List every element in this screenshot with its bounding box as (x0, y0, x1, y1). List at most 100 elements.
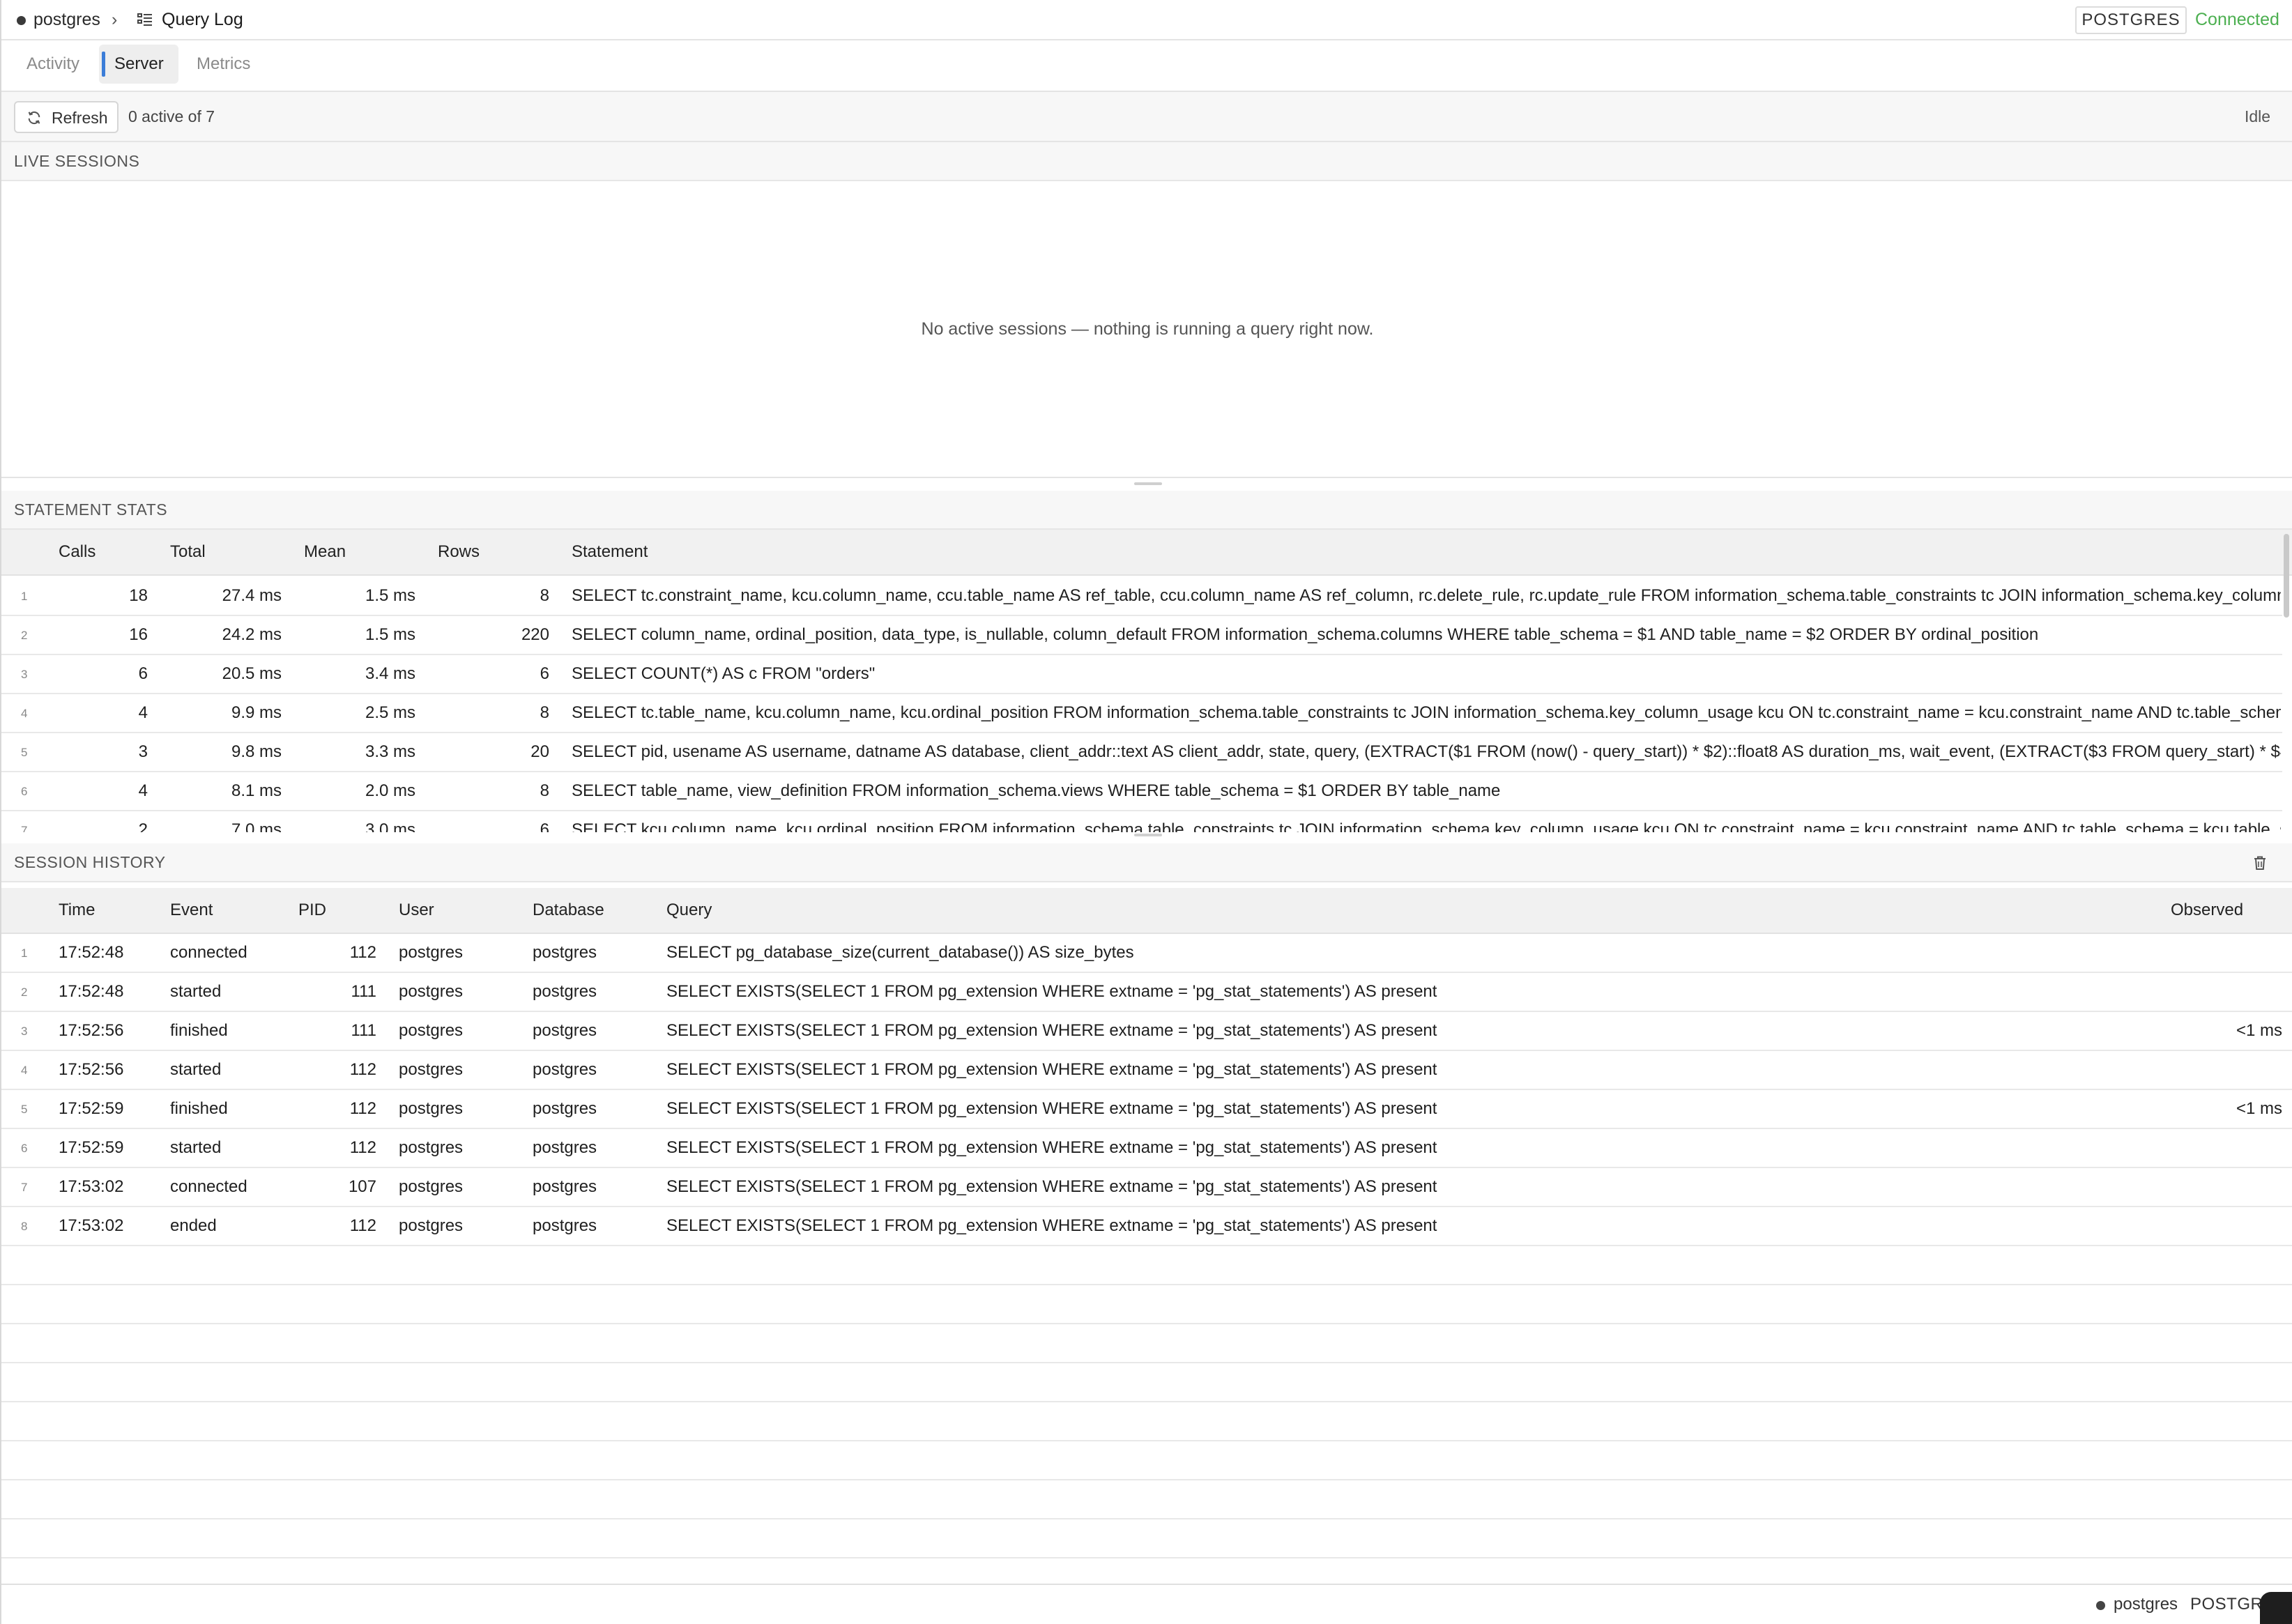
chevron-right-icon: › (112, 10, 118, 29)
query-log-icon (137, 13, 152, 26)
time-cell: 17:52:59 (59, 1099, 124, 1118)
event-cell: finished (170, 1099, 228, 1118)
database-cell: postgres (533, 1021, 597, 1040)
query-cell: SELECT EXISTS(SELECT 1 FROM pg_extension… (666, 1177, 1437, 1196)
app-window: postgres › Query Log POSTGRES Connected … (0, 0, 2292, 1624)
connection-dot-icon (17, 16, 26, 25)
database-cell: postgres (533, 1099, 597, 1118)
user-cell: postgres (399, 943, 464, 962)
refresh-button[interactable]: Refresh (14, 101, 119, 133)
resize-handle[interactable] (1134, 834, 1162, 836)
column-header-calls[interactable]: Calls (59, 542, 96, 562)
column-header-time[interactable]: Time (59, 901, 95, 920)
table-row[interactable]: 3 6 20.5 ms 3.4 ms 6 SELECT COUNT(*) AS … (1, 655, 2282, 694)
pid-cell: 111 (351, 1021, 376, 1040)
table-row[interactable]: 8 17:53:02 ended 112 postgres postgres S… (1, 1207, 2292, 1246)
column-header-query[interactable]: Query (666, 901, 712, 920)
empty-row (1, 1285, 2292, 1324)
status-bar-database[interactable]: postgres (2114, 1595, 2178, 1614)
live-sessions-title: LIVE SESSIONS (14, 152, 140, 170)
table-row[interactable]: 4 17:52:56 started 112 postgres postgres… (1, 1051, 2292, 1090)
table-row[interactable]: 6 4 8.1 ms 2.0 ms 8 SELECT table_name, v… (1, 772, 2282, 811)
row-number: 4 (21, 707, 28, 720)
table-row[interactable]: 5 3 9.8 ms 3.3 ms 20 SELECT pid, usename… (1, 733, 2282, 772)
column-header-statement[interactable]: Statement (572, 542, 648, 562)
row-number: 2 (21, 986, 28, 999)
rows-cell: 20 (530, 742, 549, 761)
time-cell: 17:52:48 (59, 982, 124, 1001)
total-cell: 24.2 ms (222, 625, 282, 644)
calls-cell: 16 (129, 625, 148, 644)
toolbar (1, 92, 2292, 142)
event-cell: started (170, 1138, 222, 1157)
corner-widget[interactable] (2260, 1592, 2292, 1624)
row-number: 3 (21, 1025, 28, 1038)
table-row[interactable]: 1 18 27.4 ms 1.5 ms 8 SELECT tc.constrai… (1, 577, 2282, 616)
time-cell: 17:52:48 (59, 943, 124, 962)
column-header-pid[interactable]: PID (298, 901, 326, 920)
statement-cell: SELECT COUNT(*) AS c FROM "orders" (572, 664, 876, 683)
rows-cell: 220 (521, 625, 549, 644)
resize-handle[interactable] (1134, 482, 1162, 485)
empty-row (1, 1480, 2292, 1519)
column-header-total[interactable]: Total (170, 542, 206, 562)
calls-cell: 18 (129, 586, 148, 605)
mean-cell: 2.0 ms (365, 781, 415, 800)
tab-metrics[interactable]: Metrics (187, 45, 260, 84)
row-number: 6 (21, 1142, 28, 1155)
statement-stats-header: STATEMENT STATS (1, 491, 2292, 530)
total-cell: 8.1 ms (231, 781, 282, 800)
column-header-event[interactable]: Event (170, 901, 213, 920)
session-history-table-body: 1 17:52:48 connected 112 postgres postgr… (1, 934, 2292, 1584)
rows-cell: 8 (540, 781, 549, 800)
session-history-header: SESSION HISTORY (1, 843, 2292, 882)
user-cell: postgres (399, 1216, 464, 1235)
tab-server[interactable]: Server (99, 45, 178, 84)
table-row[interactable]: 2 17:52:48 started 111 postgres postgres… (1, 973, 2292, 1012)
row-number: 1 (21, 947, 28, 960)
statement-cell: SELECT kcu.column_name, kcu.ordinal_posi… (572, 820, 2281, 832)
table-row[interactable]: 4 4 9.9 ms 2.5 ms 8 SELECT tc.table_name… (1, 694, 2282, 733)
query-cell: SELECT EXISTS(SELECT 1 FROM pg_extension… (666, 1060, 1437, 1079)
time-cell: 17:53:02 (59, 1216, 124, 1235)
empty-row (1, 1441, 2292, 1480)
connection-status: Connected (2195, 10, 2279, 29)
statement-stats-table-body: 1 18 27.4 ms 1.5 ms 8 SELECT tc.constrai… (1, 577, 2282, 832)
rows-cell: 6 (540, 820, 549, 832)
breadcrumb-database[interactable]: postgres (33, 10, 100, 30)
statement-stats-scrollbar[interactable] (2284, 534, 2289, 618)
event-cell: finished (170, 1021, 228, 1040)
column-header-mean[interactable]: Mean (304, 542, 346, 562)
column-header-user[interactable]: User (399, 901, 434, 920)
live-sessions-header: LIVE SESSIONS (1, 142, 2292, 181)
user-cell: postgres (399, 1060, 464, 1079)
tab-activity[interactable]: Activity (17, 45, 89, 84)
query-cell: SELECT EXISTS(SELECT 1 FROM pg_extension… (666, 1099, 1437, 1118)
statement-cell: SELECT column_name, ordinal_position, da… (572, 625, 2039, 644)
statement-stats-title: STATEMENT STATS (14, 500, 168, 519)
column-header-observed[interactable]: Observed (2171, 901, 2243, 920)
event-cell: connected (170, 1177, 247, 1196)
breadcrumb-page-title: Query Log (162, 10, 243, 29)
mean-cell: 2.5 ms (365, 703, 415, 722)
database-cell: postgres (533, 982, 597, 1001)
mean-cell: 3.0 ms (365, 820, 415, 832)
refresh-label: Refresh (52, 109, 108, 127)
table-row[interactable]: 7 17:53:02 connected 107 postgres postgr… (1, 1168, 2292, 1207)
database-cell: postgres (533, 1138, 597, 1157)
table-row[interactable]: 3 17:52:56 finished 111 postgres postgre… (1, 1012, 2292, 1051)
user-cell: postgres (399, 1021, 464, 1040)
table-row[interactable]: 6 17:52:59 started 112 postgres postgres… (1, 1129, 2292, 1168)
empty-row (1, 1363, 2292, 1402)
column-header-database[interactable]: Database (533, 901, 604, 920)
table-row[interactable]: 5 17:52:59 finished 112 postgres postgre… (1, 1090, 2292, 1129)
table-row[interactable]: 2 16 24.2 ms 1.5 ms 220 SELECT column_na… (1, 616, 2282, 655)
calls-cell: 4 (138, 781, 148, 800)
table-row[interactable]: 7 2 7.0 ms 3.0 ms 6 SELECT kcu.column_na… (1, 811, 2282, 832)
query-cell: SELECT EXISTS(SELECT 1 FROM pg_extension… (666, 982, 1437, 1001)
trash-icon[interactable] (2252, 855, 2268, 871)
pid-cell: 112 (349, 943, 376, 962)
table-row[interactable]: 1 17:52:48 connected 112 postgres postgr… (1, 934, 2292, 973)
statement-stats-table-header: Calls Total Mean Rows Statement (1, 530, 2292, 576)
column-header-rows[interactable]: Rows (438, 542, 480, 562)
